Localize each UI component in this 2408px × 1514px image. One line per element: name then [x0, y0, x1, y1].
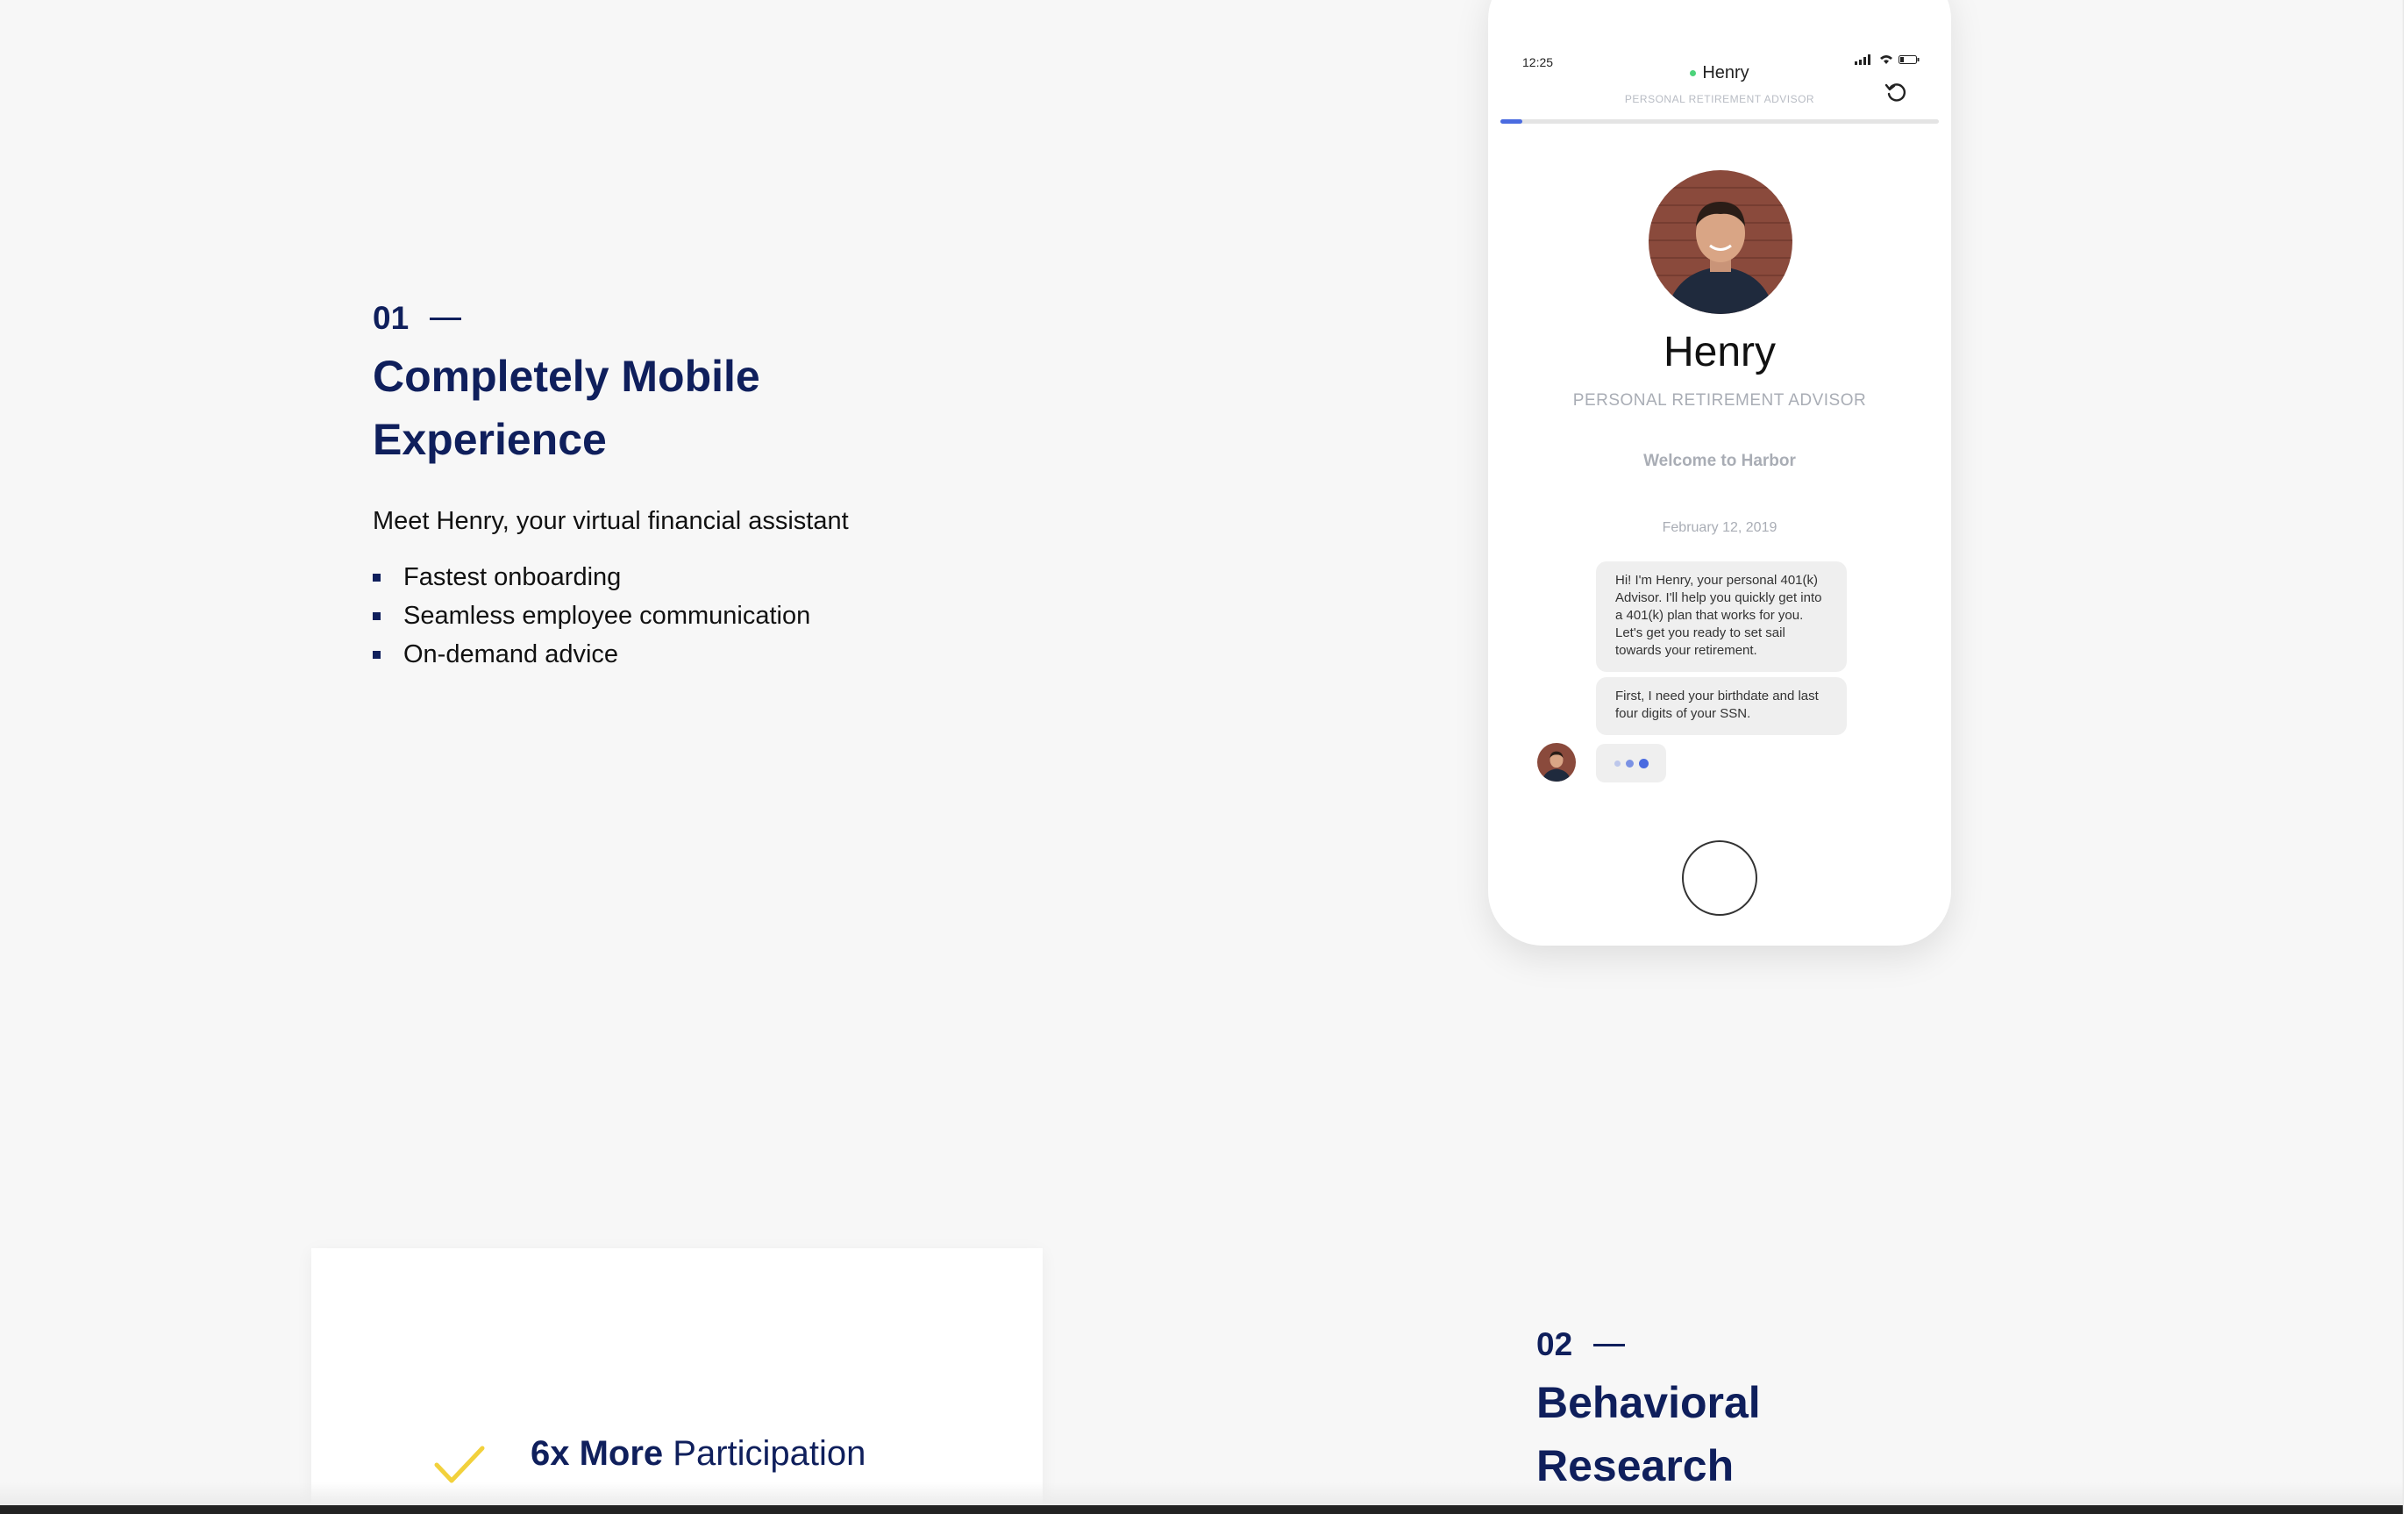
section-dash	[430, 317, 462, 320]
phone-mockup: 12:25 Henry PERSONAL RETIREMENT ADVISOR	[1488, 0, 1951, 946]
bullet-icon	[373, 573, 381, 582]
chat-header-subtitle: PERSONAL RETIREMENT ADVISOR	[1624, 93, 1815, 105]
typing-indicator	[1596, 744, 1666, 782]
section-number-01: 01	[373, 300, 462, 337]
bottom-fade	[0, 1482, 2408, 1505]
stat-label: Participation	[673, 1434, 866, 1473]
section-number-text: 01	[373, 300, 410, 336]
welcome-text: Welcome to Harbor	[1643, 452, 1796, 470]
chat-date: February 12, 2019	[1662, 520, 1778, 535]
feature-item: Fastest onboarding	[373, 558, 810, 596]
advisor-avatar	[1649, 170, 1792, 314]
stat-text: 6x More Participation	[531, 1434, 866, 1474]
onboarding-progress-bar	[1500, 119, 1939, 124]
section-title-line-1: Behavioral	[1536, 1378, 1761, 1427]
section-number-text: 02	[1536, 1326, 1573, 1362]
advisor-role: PERSONAL RETIREMENT ADVISOR	[1572, 391, 1867, 410]
typing-dot	[1625, 759, 1634, 768]
feature-label: Fastest onboarding	[403, 563, 622, 591]
scrollbar-track[interactable]	[2403, 0, 2408, 1514]
checkmark-icon	[434, 1446, 485, 1483]
chat-message: Hi! I'm Henry, your personal 401(k) Advi…	[1596, 561, 1847, 672]
advisor-avatar-small	[1537, 743, 1576, 782]
stat-card: 6x More Participation	[311, 1248, 1043, 1514]
lead-text: Meet Henry, your virtual financial assis…	[373, 507, 849, 535]
section-title: Behavioral Research	[1536, 1371, 1975, 1497]
feature-label: On-demand advice	[403, 640, 619, 668]
stat-highlight: 6x More	[531, 1434, 664, 1473]
feature-item: Seamless employee communication	[373, 596, 810, 635]
advisor-name: Henry	[1663, 329, 1777, 375]
section-number-02: 02	[1536, 1326, 1626, 1363]
section-title: Completely Mobile Experience	[373, 345, 899, 471]
typing-dot	[1614, 760, 1621, 767]
bullet-icon	[373, 650, 381, 659]
section-dash	[1593, 1343, 1626, 1346]
window-bottom-edge	[0, 1505, 2408, 1514]
typing-dot	[1638, 758, 1649, 768]
chat-header-name: Henry	[1488, 63, 1951, 83]
feature-list: Fastest onboarding Seamless employee com…	[373, 558, 810, 674]
section-title-line-2: Experience	[373, 415, 607, 464]
home-button[interactable]	[1682, 840, 1757, 916]
bullet-icon	[373, 611, 381, 620]
chat-message: First, I need your birthdate and last fo…	[1596, 677, 1847, 735]
feature-item: On-demand advice	[373, 635, 810, 674]
chat-header-name-text: Henry	[1702, 63, 1749, 82]
feature-label: Seamless employee communication	[403, 602, 811, 630]
section-title-line-1: Completely Mobile	[373, 352, 760, 401]
online-status-icon	[1690, 70, 1697, 77]
refresh-icon[interactable]	[1884, 81, 1907, 104]
progress-fill	[1500, 119, 1522, 124]
